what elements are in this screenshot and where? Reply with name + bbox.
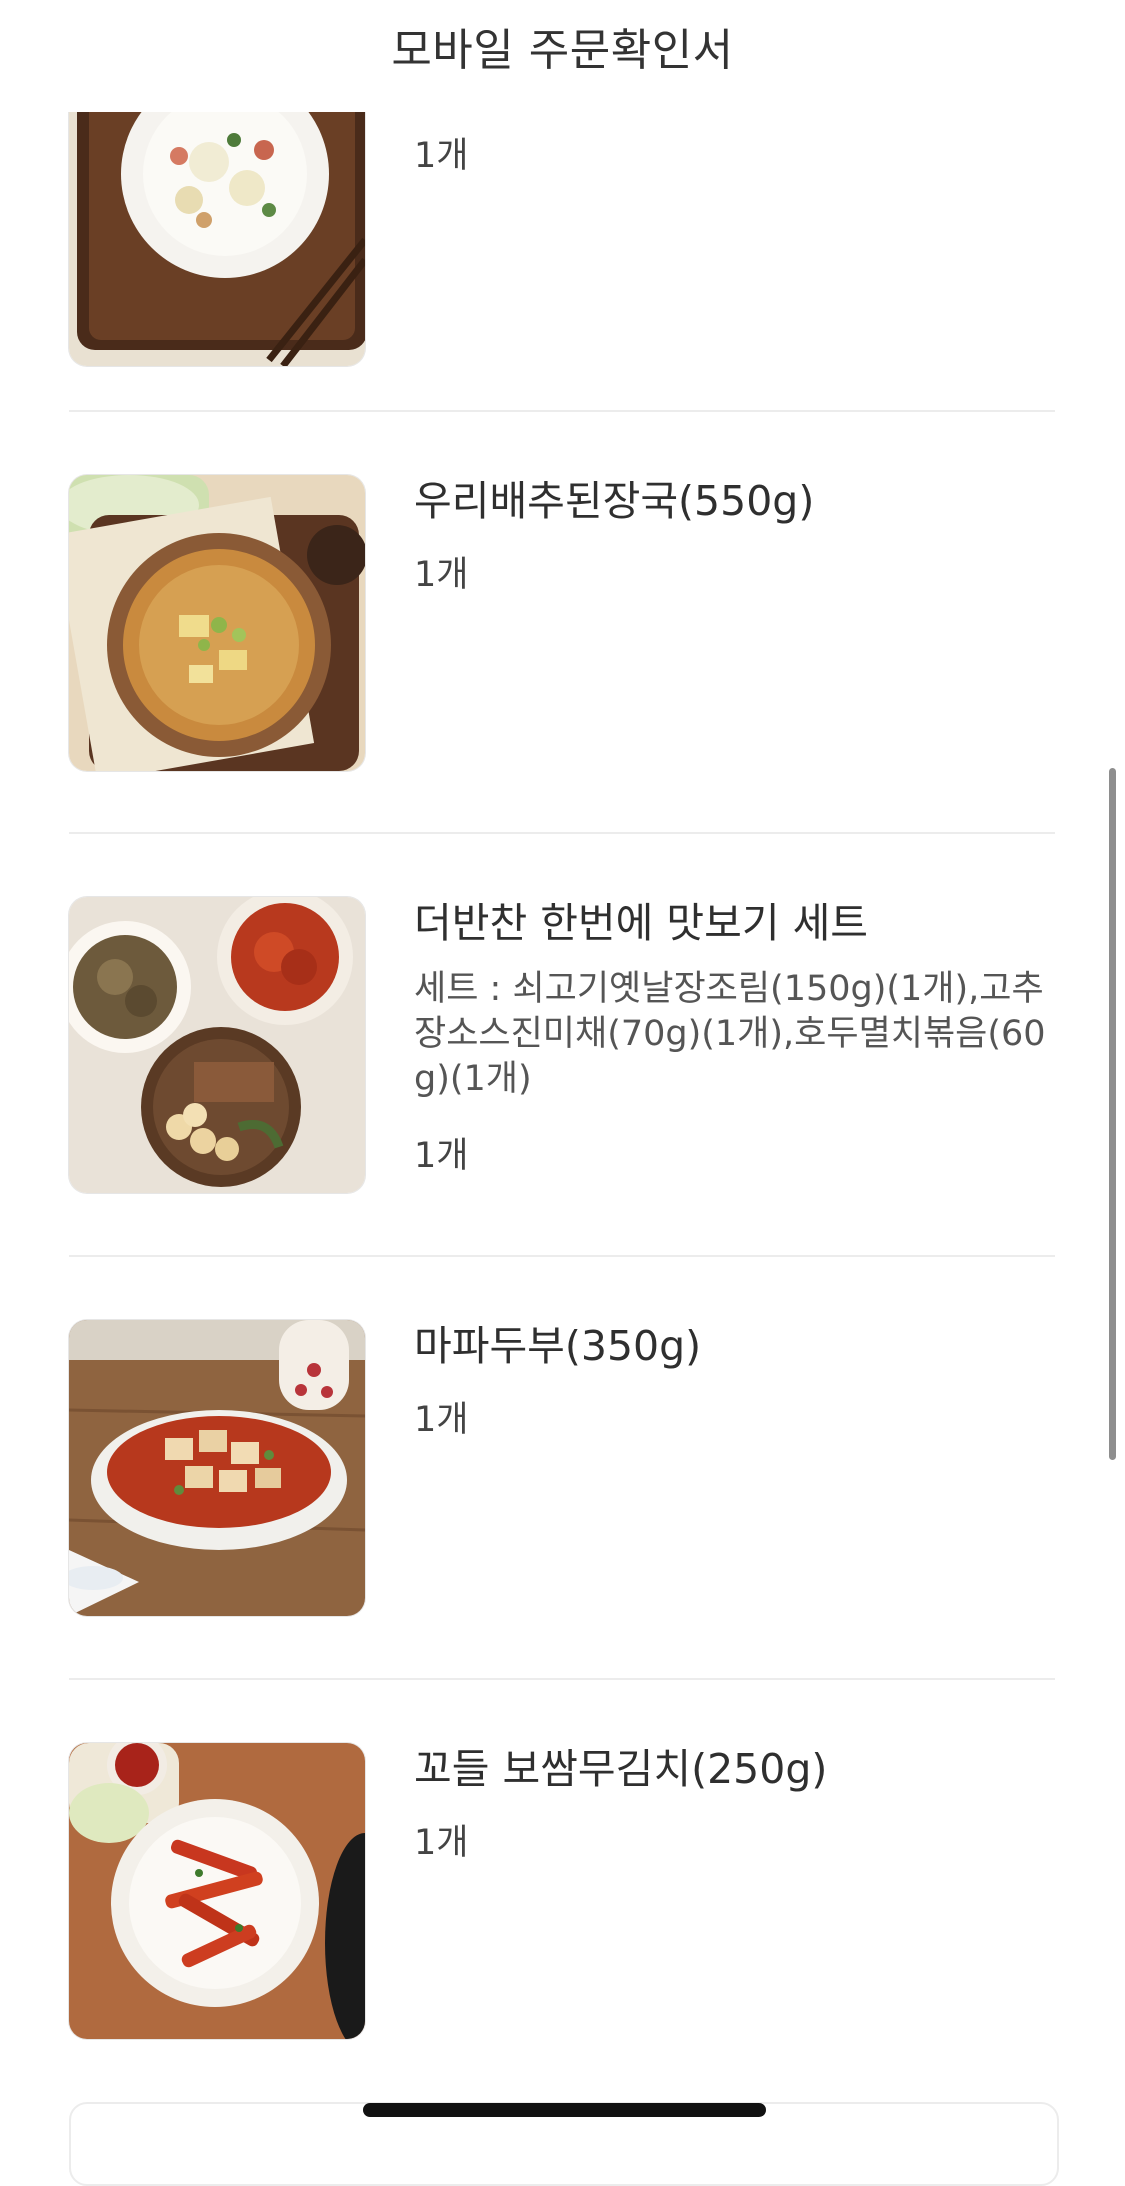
item-quantity: 1개 (414, 1136, 469, 1176)
scrollbar[interactable] (1109, 768, 1116, 1460)
banchan-set-image (69, 897, 365, 1193)
divider (69, 410, 1055, 412)
home-indicator[interactable] (363, 2103, 766, 2117)
potato-salad-image (69, 70, 365, 366)
radish-kimchi-image (69, 1743, 365, 2039)
item-name: 꼬들 보쌈무김치(250g) (414, 1745, 828, 1793)
divider (69, 1255, 1055, 1257)
divider (69, 832, 1055, 834)
order-item: 우리배추된장국(550g) 1개 (69, 475, 1055, 771)
doenjang-soup-image (69, 475, 365, 771)
item-name: 더반찬 한번에 맛보기 세트 (414, 899, 869, 947)
item-quantity: 1개 (414, 1823, 469, 1863)
order-item-list[interactable]: 1개 우리배추된장국(550g) 1개 더반찬 한번에 맛보기 세트 세트: … (0, 0, 1125, 2186)
item-name: 우리배추된장국(550g) (414, 477, 815, 525)
order-item: 더반찬 한번에 맛보기 세트 세트 : 쇠고기옛날장조림(150g)(1개),고… (69, 897, 1055, 1193)
order-item: 꼬들 보쌈무김치(250g) 1개 (69, 1743, 1055, 2039)
app-header: 모바일 주문확인서 (0, 0, 1125, 112)
order-item: 1개 (69, 70, 1055, 366)
item-quantity: 1개 (414, 136, 469, 176)
order-item: 마파두부(350g) 1개 (69, 1320, 1055, 1616)
item-quantity: 1개 (414, 555, 469, 595)
item-options: 세트 : 쇠고기옛날장조림(150g)(1개),고추장소스진미채(70g)(1개… (414, 969, 1046, 1099)
page-title: 모바일 주문확인서 (391, 25, 734, 76)
item-name: 마파두부(350g) (414, 1322, 702, 1370)
divider (69, 1678, 1055, 1680)
mapo-tofu-image (69, 1320, 365, 1616)
item-quantity: 1개 (414, 1400, 469, 1440)
